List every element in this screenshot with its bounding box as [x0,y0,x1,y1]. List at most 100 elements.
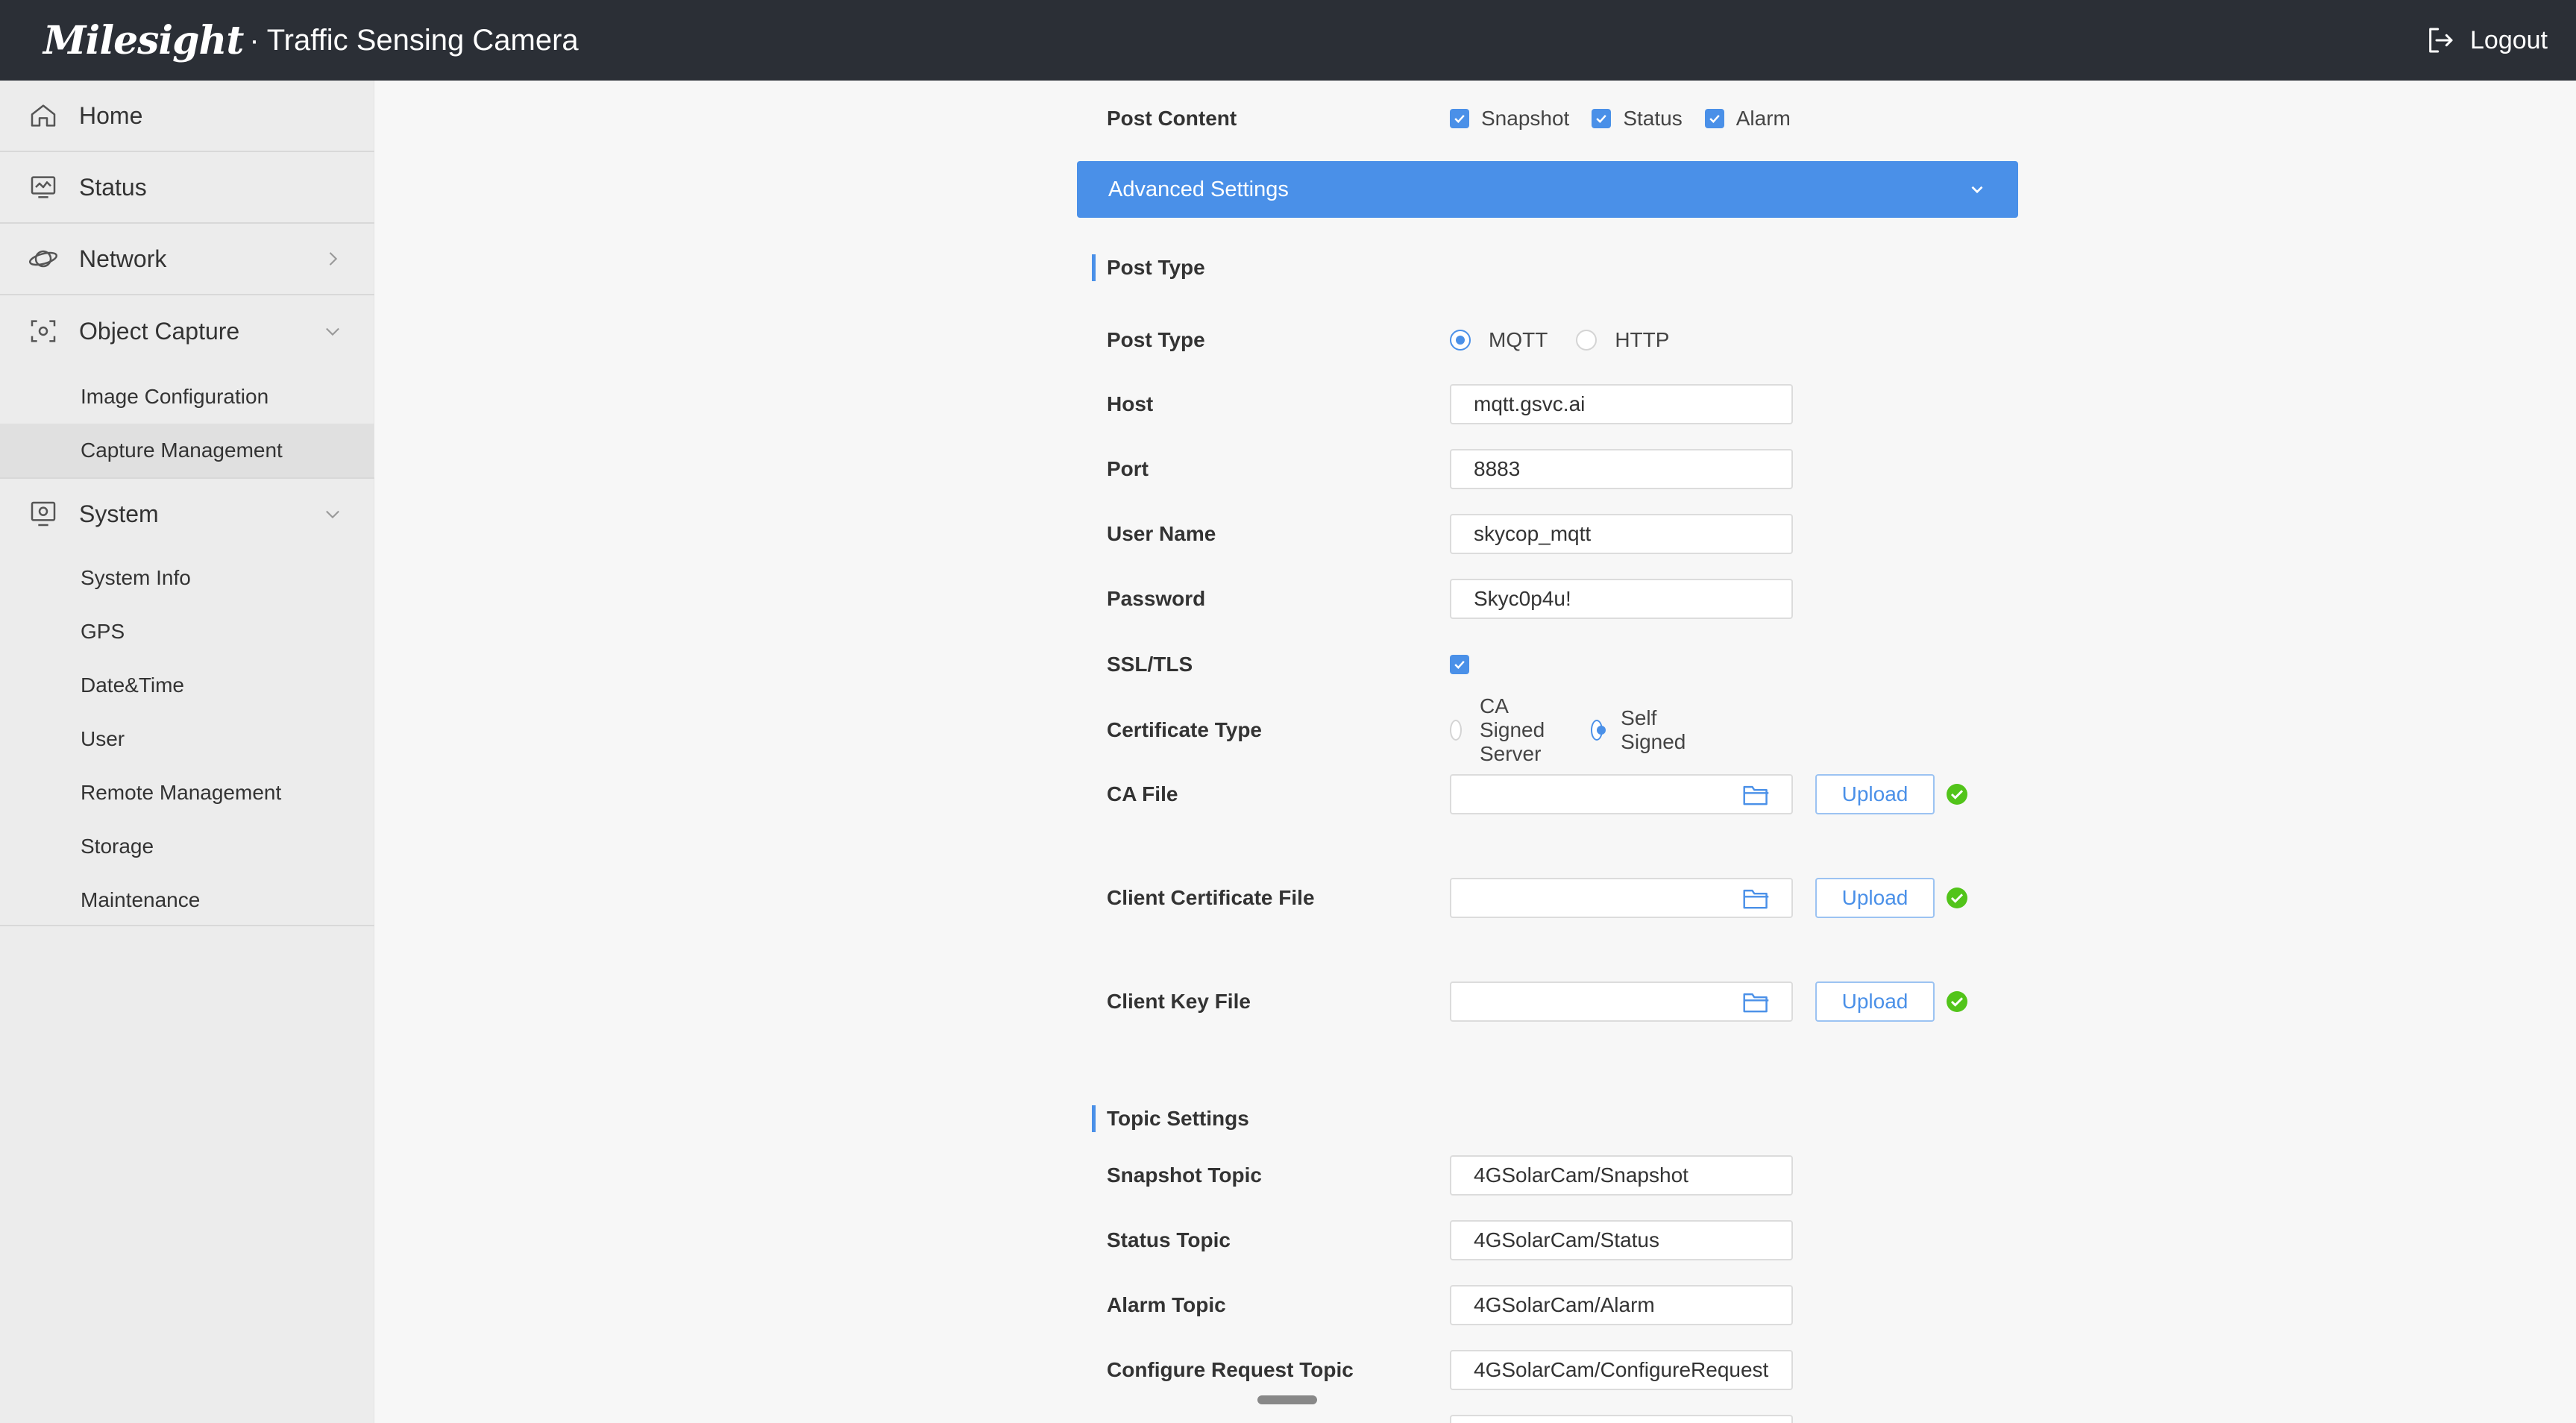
chevron-down-icon [322,321,343,342]
logout-button[interactable]: Logout [2425,19,2548,61]
sidebar-subitem-label: Remote Management [81,781,282,804]
alarm-topic-input[interactable]: 4GSolarCam/Alarm [1450,1285,1793,1325]
self-signed-label: Self Signed [1621,706,1686,753]
status-topic-field: 4GSolarCam/Status [1450,1219,1793,1261]
sidebar-item-system-info[interactable]: System Info [0,551,374,605]
port-input[interactable]: 8883 [1450,449,1793,489]
brand-name: Milesight [43,17,244,63]
username-input[interactable]: skycop_mqtt [1450,514,1793,554]
sidebar-item-storage[interactable]: Storage [0,820,374,873]
sidebar-subitem-label: GPS [81,620,125,643]
folder-icon [1743,993,1769,1013]
sidebar-item-capture-management[interactable]: Capture Management [0,424,374,477]
sidebar-item-network[interactable]: Network [0,224,374,295]
next-topic-input[interactable] [1450,1415,1793,1423]
main-content: Post Content Snapshot Status Alarm Advan… [374,81,2576,1423]
sidebar-subitem-label: Capture Management [81,439,283,462]
alarm-topic-label: Alarm Topic [1107,1293,1226,1316]
snapshot-topic-field: 4GSolarCam/Snapshot [1450,1155,1793,1196]
section-title-text: Post Type [1107,256,1205,279]
brand-logo[interactable]: Milesight · Traffic Sensing Camera [43,13,579,67]
product-name: Traffic Sensing Camera [266,23,579,57]
certificate-type-label: Certificate Type [1107,718,1262,741]
password-label: Password [1107,587,1206,610]
alarm-topic-field: 4GSolarCam/Alarm [1450,1284,1793,1326]
client-cert-file-input[interactable] [1450,878,1793,918]
section-title-text: Topic Settings [1107,1107,1249,1130]
host-field: mqtt.gsvc.ai [1450,383,1793,425]
port-field: 8883 [1450,448,1793,490]
folder-icon [1743,785,1769,805]
status-checkbox[interactable] [1592,109,1612,128]
mqtt-radio-label: MQTT [1489,328,1548,351]
status-topic-input[interactable]: 4GSolarCam/Status [1450,1220,1793,1260]
ca-signed-server-label: CA Signed Server [1479,694,1545,765]
mqtt-radio[interactable] [1450,330,1471,351]
check-icon [1454,114,1465,123]
sidebar-item-gps[interactable]: GPS [0,605,374,659]
post-type-section-title: Post Type [1092,253,1205,283]
username-field: skycop_mqtt [1450,513,1793,555]
ca-signed-server-radio[interactable] [1450,720,1462,741]
top-bar: Milesight · Traffic Sensing Camera Logou… [0,0,2576,81]
sidebar-divider [0,925,374,926]
host-input[interactable]: mqtt.gsvc.ai [1450,384,1793,424]
logout-label: Logout [2470,25,2548,54]
sidebar-item-label: Object Capture [79,317,240,345]
sidebar-subitem-label: User [81,727,125,750]
client-key-upload-button[interactable]: Upload [1815,981,1935,1022]
sidebar-item-object-capture[interactable]: Object Capture [0,295,374,367]
sidebar-item-remote-management[interactable]: Remote Management [0,766,374,820]
sidebar-item-image-configuration[interactable]: Image Configuration [0,370,374,424]
snapshot-checkbox[interactable] [1450,109,1469,128]
sidebar-item-user[interactable]: User [0,712,374,766]
client-key-file-field: Upload [1450,981,1967,1023]
status-checkbox-label: Status [1623,107,1683,130]
capture-icon [28,316,58,346]
password-field: Skyc0p4u! [1450,578,1793,620]
alarm-checkbox[interactable] [1704,109,1724,128]
ca-file-field: Upload [1450,773,1967,815]
snapshot-checkbox-label: Snapshot [1481,107,1570,130]
ssl-tls-label: SSL/TLS [1107,653,1193,676]
sidebar-item-system[interactable]: System [0,477,374,549]
client-key-file-label: Client Key File [1107,990,1251,1013]
chevron-right-icon [322,248,343,269]
topic-settings-section-title: Topic Settings [1092,1104,1249,1134]
http-radio[interactable] [1576,330,1598,351]
client-key-file-input[interactable] [1450,981,1793,1022]
sidebar-item-home[interactable]: Home [0,81,374,152]
configure-request-topic-input[interactable]: 4GSolarCam/ConfigureRequest [1450,1350,1793,1390]
brand-separator: · [249,23,260,57]
scroll-handle[interactable] [1257,1395,1317,1404]
ca-file-input[interactable] [1450,774,1793,814]
sidebar-item-label: Network [79,245,167,272]
home-icon [28,101,58,131]
post-content-options: Snapshot Status Alarm [1450,98,1813,139]
sidebar-item-status[interactable]: Status [0,152,374,224]
sidebar-item-date-time[interactable]: Date&Time [0,659,374,712]
logout-icon [2429,28,2453,53]
client-cert-upload-button[interactable]: Upload [1815,878,1935,918]
http-radio-label: HTTP [1615,328,1670,351]
alarm-checkbox-label: Alarm [1735,107,1791,130]
sidebar: Home Status Network Object Capture Image… [0,81,374,1423]
advanced-settings-toggle[interactable]: Advanced Settings [1077,161,2018,218]
certificate-type-options: CA Signed Server Self Signed [1450,694,1714,765]
password-input[interactable]: Skyc0p4u! [1450,579,1793,619]
success-check-icon [1947,784,1967,805]
ca-file-label: CA File [1107,782,1178,805]
monitor-icon [28,172,58,202]
self-signed-radio[interactable] [1591,720,1606,741]
sidebar-item-label: Home [79,101,143,129]
sidebar-item-maintenance[interactable]: Maintenance [0,873,374,927]
snapshot-topic-input[interactable]: 4GSolarCam/Snapshot [1450,1155,1793,1196]
ca-file-upload-button[interactable]: Upload [1815,774,1935,814]
folder-icon [1743,889,1769,909]
sidebar-subitem-label: Image Configuration [81,385,269,408]
check-icon [1709,114,1720,123]
username-label: User Name [1107,522,1216,545]
sidebar-item-label: System [79,500,159,527]
ssl-tls-checkbox[interactable] [1450,655,1469,674]
post-content-label: Post Content [1107,107,1237,130]
